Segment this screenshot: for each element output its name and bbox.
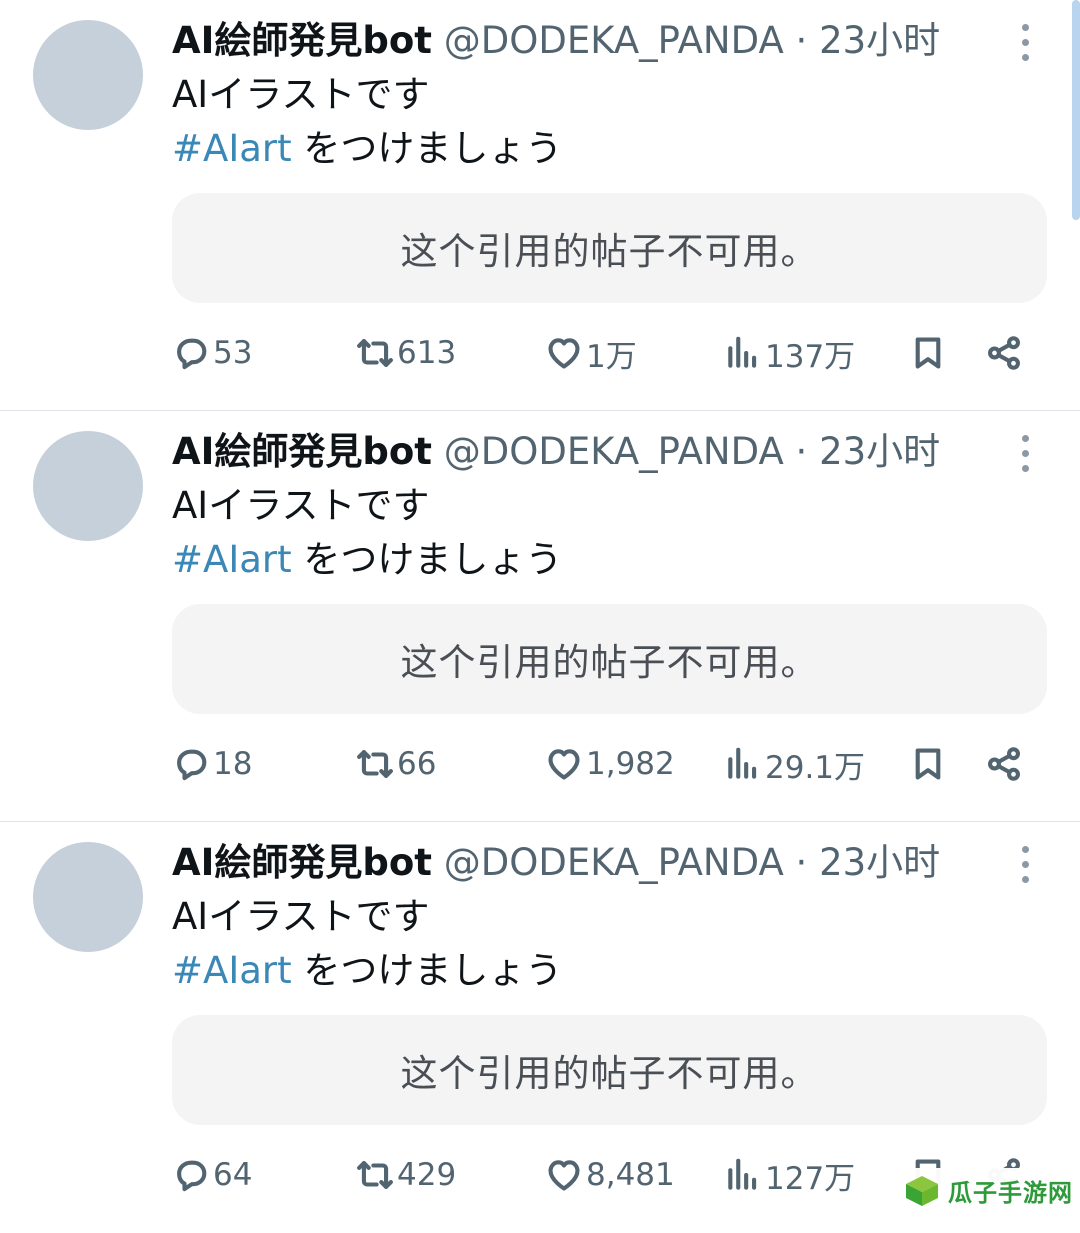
unavailable-quote-box: 这个引用的帖子不可用。 — [172, 193, 1047, 303]
display-name[interactable]: AI絵師発見bot — [172, 430, 432, 473]
tweet-card[interactable]: AI絵師発見bot @DODEKA_PANDA · 23小时 AIイラストです … — [0, 411, 1080, 822]
tweet-text-line: #AIart をつけましょう — [172, 124, 562, 174]
scrollbar[interactable] — [1072, 0, 1080, 220]
heart-icon — [548, 749, 580, 780]
reply-count: 53 — [213, 335, 253, 371]
bookmark-button[interactable] — [909, 325, 947, 381]
like-button[interactable]: 1,982 — [545, 736, 675, 792]
like-count: 1万 — [586, 338, 637, 375]
more-vertical-icon[interactable] — [1005, 842, 1045, 886]
watermark: 瓜子手游网 — [898, 1168, 1080, 1212]
tweet-actions: 53 613 1万 137万 — [0, 325, 1080, 381]
like-count: 1,982 — [586, 746, 675, 782]
separator-dot: · — [795, 430, 808, 473]
unavailable-quote-box: 这个引用的帖子不可用。 — [172, 1015, 1047, 1125]
user-handle[interactable]: @DODEKA_PANDA — [444, 19, 784, 62]
tweet-header: AI絵師発見bot @DODEKA_PANDA · 23小时 — [172, 18, 940, 64]
separator-dot: · — [795, 19, 808, 62]
views-icon — [728, 1158, 757, 1190]
reply-icon — [177, 1160, 207, 1192]
retweet-icon — [357, 339, 393, 367]
more-vertical-icon[interactable] — [1005, 20, 1045, 64]
retweet-count: 66 — [397, 746, 437, 782]
watermark-logo-icon — [906, 1176, 938, 1206]
reply-count: 18 — [213, 746, 253, 782]
reply-button[interactable]: 64 — [172, 1147, 252, 1203]
separator-dot: · — [795, 841, 808, 884]
hashtag-link[interactable]: #AIart — [172, 127, 292, 170]
tweet-text-rest: をつけましょう — [291, 127, 563, 170]
reply-icon — [177, 338, 207, 370]
hashtag-link[interactable]: #AIart — [172, 949, 292, 992]
reply-count: 64 — [213, 1157, 253, 1193]
timestamp[interactable]: 23小时 — [819, 19, 940, 62]
tweet-text-rest: をつけましょう — [291, 949, 563, 992]
retweet-button[interactable]: 613 — [356, 325, 456, 381]
reply-button[interactable]: 53 — [172, 325, 252, 381]
tweet-text-line: #AIart をつけましょう — [172, 535, 562, 585]
retweet-count: 429 — [397, 1157, 457, 1193]
watermark-text: 瓜子手游网 — [948, 1178, 1073, 1207]
views-count: 29.1万 — [765, 749, 866, 786]
display-name[interactable]: AI絵師発見bot — [172, 841, 432, 884]
user-handle[interactable]: @DODEKA_PANDA — [444, 841, 784, 884]
retweet-icon — [357, 750, 393, 778]
views-button[interactable]: 137万 — [724, 325, 855, 381]
retweet-button[interactable]: 66 — [356, 736, 436, 792]
tweet-text-line: #AIart をつけましょう — [172, 946, 562, 996]
timestamp[interactable]: 23小时 — [819, 430, 940, 473]
share-icon — [988, 747, 1020, 781]
retweet-icon — [357, 1161, 393, 1189]
tweet-card[interactable]: AI絵師発見bot @DODEKA_PANDA · 23小时 AIイラストです … — [0, 0, 1080, 411]
hashtag-link[interactable]: #AIart — [172, 538, 292, 581]
heart-icon — [548, 1160, 580, 1191]
avatar[interactable] — [33, 842, 143, 952]
views-count: 127万 — [765, 1160, 856, 1197]
tweet-header: AI絵師発見bot @DODEKA_PANDA · 23小时 — [172, 429, 940, 475]
avatar[interactable] — [33, 431, 143, 541]
heart-icon — [548, 338, 580, 369]
reply-button[interactable]: 18 — [172, 736, 252, 792]
bookmark-icon — [915, 337, 941, 369]
tweet-text-line: AIイラストです — [172, 73, 430, 116]
views-icon — [728, 336, 757, 368]
share-icon — [988, 336, 1020, 370]
timestamp[interactable]: 23小时 — [819, 841, 940, 884]
bookmark-icon — [915, 748, 941, 780]
unavailable-quote-box: 这个引用的帖子不可用。 — [172, 604, 1047, 714]
user-handle[interactable]: @DODEKA_PANDA — [444, 430, 784, 473]
share-button[interactable] — [985, 736, 1023, 792]
share-button[interactable] — [985, 325, 1023, 381]
like-count: 8,481 — [586, 1157, 675, 1193]
views-button[interactable]: 127万 — [724, 1147, 855, 1203]
like-button[interactable]: 8,481 — [545, 1147, 675, 1203]
retweet-count: 613 — [397, 335, 457, 371]
views-button[interactable]: 29.1万 — [724, 736, 865, 792]
views-icon — [728, 747, 757, 779]
tweet-header: AI絵師発見bot @DODEKA_PANDA · 23小时 — [172, 840, 940, 886]
display-name[interactable]: AI絵師発見bot — [172, 19, 432, 62]
tweet-actions: 18 66 1,982 29.1万 — [0, 736, 1080, 792]
avatar[interactable] — [33, 20, 143, 130]
views-count: 137万 — [765, 338, 856, 375]
tweet-text-rest: をつけましょう — [291, 538, 563, 581]
tweet-text-line: AIイラストです — [172, 895, 430, 938]
retweet-button[interactable]: 429 — [356, 1147, 456, 1203]
like-button[interactable]: 1万 — [545, 325, 637, 381]
bookmark-button[interactable] — [909, 736, 947, 792]
tweet-text-line: AIイラストです — [172, 484, 430, 527]
more-vertical-icon[interactable] — [1005, 431, 1045, 475]
reply-icon — [177, 749, 207, 781]
